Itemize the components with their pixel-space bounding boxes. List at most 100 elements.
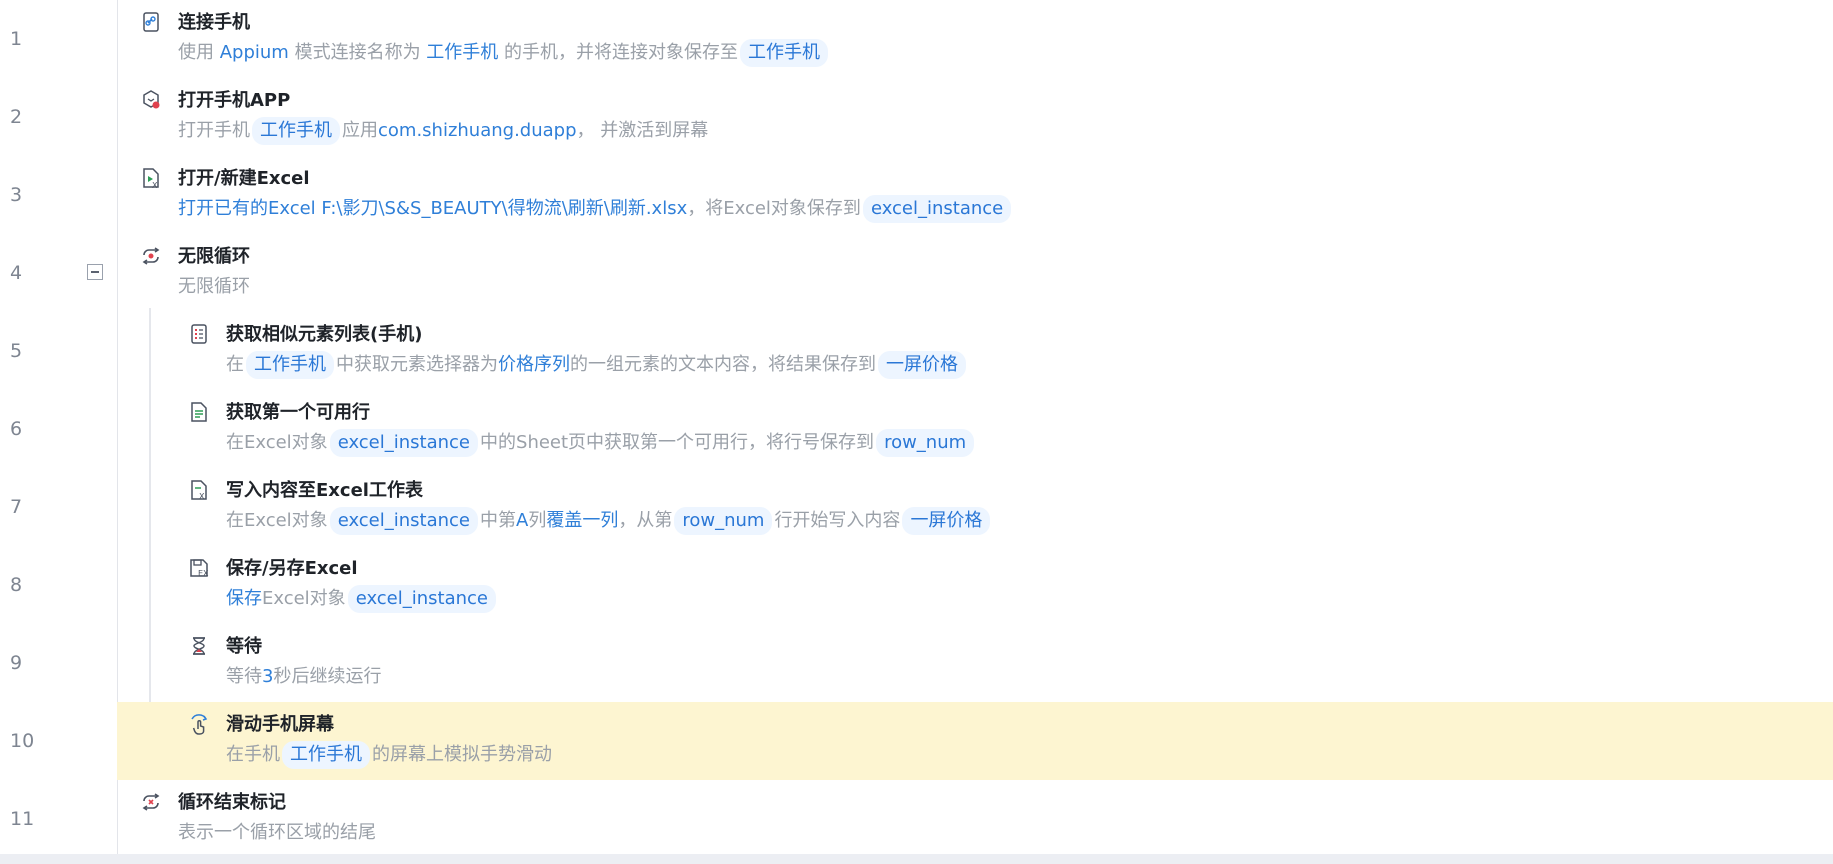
desc-text: 中第 (480, 510, 517, 531)
param-value[interactable]: 工作手机 (426, 42, 498, 63)
desc-text: 的一组元素的文本内容，将结果保存到 (570, 354, 876, 375)
variable-chip[interactable]: 一屏价格 (878, 351, 966, 379)
variable-chip[interactable]: 工作手机 (252, 117, 340, 145)
variable-chip[interactable]: excel_instance (347, 585, 497, 613)
desc-text: 无限循环 (178, 276, 250, 297)
svg-text:EX: EX (198, 569, 209, 578)
param-value[interactable]: 打开已有的Excel F:\影刀\S&S_BEAUTY\得物流\刷新\刷新.xl… (178, 198, 687, 219)
step-description: 在Excel对象 excel_instance 中第A列覆盖一列，从第 row_num… (226, 506, 992, 535)
bottom-scrollbar-track[interactable] (0, 854, 1833, 864)
variable-chip[interactable]: 工作手机 (246, 351, 334, 379)
variable-chip[interactable]: 工作手机 (740, 39, 829, 67)
excel-save-icon: EX (188, 557, 210, 579)
desc-text: 等待 (226, 666, 262, 687)
desc-text: 模式连接名称为 (288, 42, 427, 63)
desc-text: 中的Sheet页中获取第一个可用行，将行号保存到 (480, 432, 875, 453)
desc-text: 在手机 (226, 744, 280, 765)
desc-text: 秒后继续运行 (273, 666, 382, 687)
line-number: 3 (10, 184, 23, 206)
svg-text:X: X (199, 492, 205, 501)
step-description: 表示一个循环区域的结尾 (178, 818, 376, 844)
param-value[interactable]: Appium (220, 42, 289, 63)
param-value[interactable]: 保存 (226, 588, 262, 609)
desc-text: 在Excel对象 (226, 432, 328, 453)
step-description: 保存Excel对象 excel_instance (226, 584, 498, 613)
step-title: 等待 (226, 636, 262, 657)
step-title: 获取相似元素列表(手机) (226, 324, 423, 345)
step-row[interactable]: 2 打开手机APP 打开手机 工作手机 应用com.shizhuang.duapp， 并… (0, 78, 1833, 156)
step-description: 无限循环 (178, 272, 250, 298)
desc-text: 中获取元素选择器为 (336, 354, 498, 375)
line-number: 9 (10, 652, 23, 674)
variable-chip[interactable]: row_num (674, 507, 773, 535)
param-value[interactable]: 覆盖一列 (546, 510, 618, 531)
swipe-icon (188, 713, 210, 735)
excel-write-icon: X (188, 479, 210, 501)
line-number: 11 (10, 808, 35, 830)
desc-text: Excel对象 (262, 588, 346, 609)
param-value[interactable]: com.shizhuang.duapp (378, 120, 577, 141)
line-number: 5 (10, 340, 23, 362)
param-value[interactable]: 价格序列 (498, 354, 570, 375)
element-list-icon (188, 323, 210, 345)
excel-open-icon: X (140, 167, 162, 189)
desc-text: 使用 (178, 42, 220, 63)
desc-text: 的手机，并将连接对象保存至 (498, 42, 739, 63)
desc-text: 在Excel对象 (226, 510, 328, 531)
step-description: 打开手机 工作手机 应用com.shizhuang.duapp， 并激活到屏幕 (178, 116, 708, 145)
step-row[interactable]: 1 连接手机使用 Appium 模式连接名称为 工作手机 的手机，并将连接对象保存… (0, 0, 1833, 78)
param-value[interactable]: 3 (262, 666, 273, 687)
desc-text: 在 (226, 354, 244, 375)
step-description: 在Excel对象 excel_instance 中的Sheet页中获取第一个可用行，… (226, 428, 976, 457)
step-description: 打开已有的Excel F:\影刀\S&S_BEAUTY\得物流\刷新\刷新.xl… (178, 194, 1013, 223)
variable-chip[interactable]: excel_instance (329, 507, 479, 535)
line-number: 7 (10, 496, 23, 518)
step-title: 无限循环 (178, 246, 250, 267)
line-number: 4 (10, 262, 23, 284)
step-row[interactable]: 6 获取第一个可用行 在Excel对象 excel_instance 中的Sheet页中… (0, 390, 1833, 468)
desc-text: ， 并激活到屏幕 (576, 120, 709, 141)
line-number: 10 (10, 730, 35, 752)
desc-text: 表示一个循环区域的结尾 (178, 822, 376, 843)
step-title: 滑动手机屏幕 (226, 714, 334, 735)
desc-text: 列 (528, 510, 547, 531)
loop-icon (140, 245, 162, 267)
step-row[interactable]: 9 等待 等待3秒后继续运行 (0, 624, 1833, 702)
variable-chip[interactable]: 工作手机 (282, 741, 370, 769)
desc-text: 的屏幕上模拟手势滑动 (372, 744, 552, 765)
step-row[interactable]: 3 X 打开/新建Excel 打开已有的Excel F:\影刀\S&S_BEAUTY\… (0, 156, 1833, 234)
step-title: 保存/另存Excel (226, 558, 358, 579)
desc-text: 应用 (342, 120, 378, 141)
variable-chip[interactable]: excel_instance (862, 195, 1012, 223)
desc-text: ，将Excel对象保存到 (687, 198, 861, 219)
svg-text:X: X (152, 181, 158, 189)
step-row[interactable]: 4 无限循环 无限循环 (0, 234, 1833, 312)
line-number: 6 (10, 418, 23, 440)
hourglass-icon (188, 635, 210, 657)
step-row[interactable]: 7 X 写入内容至Excel工作表 在Excel对象 excel_instance 中第A… (0, 468, 1833, 546)
desc-text: 行开始写入内容 (774, 510, 901, 531)
step-description: 在工作手机 中获取元素选择器为价格序列的一组元素的文本内容，将结果保存到 一屏价格 (226, 350, 968, 379)
step-title: 写入内容至Excel工作表 (226, 480, 423, 501)
step-title: 循环结束标记 (178, 792, 286, 813)
variable-chip[interactable]: row_num (876, 429, 975, 457)
step-row[interactable]: 10 滑动手机屏幕 在手机 工作手机 的屏幕上模拟手势滑动 (0, 702, 1833, 780)
line-number: 1 (10, 28, 23, 50)
line-number: 8 (10, 574, 23, 596)
param-value[interactable]: A (516, 510, 528, 531)
step-description: 等待3秒后继续运行 (226, 662, 381, 688)
line-number: 2 (10, 106, 23, 128)
step-row[interactable]: 5 获取相似元素列表(手机) 在工作手机 中获取元素选择器为价格序列的一组元素的文本内… (0, 312, 1833, 390)
desc-text: ，从第 (618, 510, 673, 531)
step-title: 连接手机 (178, 12, 250, 33)
step-description: 在手机 工作手机 的屏幕上模拟手势滑动 (226, 740, 552, 769)
step-title: 获取第一个可用行 (226, 402, 370, 423)
step-description: 使用 Appium 模式连接名称为 工作手机 的手机，并将连接对象保存至 工作手机 (178, 38, 830, 67)
variable-chip[interactable]: excel_instance (329, 429, 479, 457)
step-row[interactable]: 11 循环结束标记表示一个循环区域的结尾 (0, 780, 1833, 858)
collapse-toggle-button[interactable] (87, 264, 103, 280)
step-row[interactable]: 8 EX 保存/另存Excel 保存Excel对象 excel_instance (0, 546, 1833, 624)
variable-chip[interactable]: 一屏价格 (902, 507, 991, 535)
step-title: 打开手机APP (178, 90, 291, 111)
open-app-icon (140, 89, 162, 111)
